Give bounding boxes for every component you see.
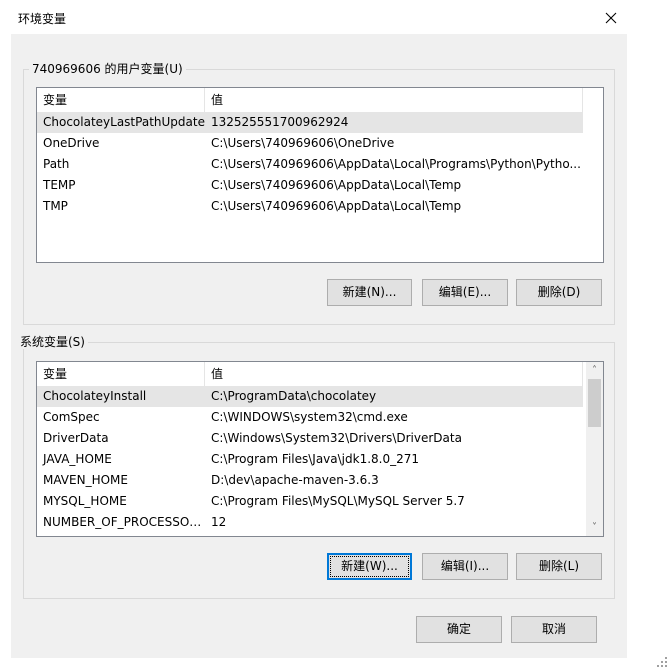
column-header-variable[interactable]: 变量 bbox=[37, 362, 205, 386]
system-vars-list[interactable]: 变量 值 ChocolateyInstall C:\ProgramData\cho… bbox=[36, 361, 604, 537]
variable-name: MAVEN_HOME bbox=[43, 473, 128, 487]
variable-value: 12 bbox=[211, 515, 227, 529]
user-delete-button[interactable]: 删除(D) bbox=[516, 279, 602, 306]
dialog-body: 740969606 的用户变量(U) 变量 值 ChocolateyLastPa… bbox=[11, 34, 627, 658]
user-new-button[interactable]: 新建(N)... bbox=[327, 279, 412, 306]
table-row[interactable]: ChocolateyLastPathUpdate 1325255517009629… bbox=[37, 112, 583, 133]
user-vars-list[interactable]: 变量 值 ChocolateyLastPathUpdate 13252555170… bbox=[36, 87, 604, 263]
table-row[interactable]: JAVA_HOME C:\Program Files\Java\jdk1.8.0_… bbox=[37, 449, 583, 470]
variable-value: C:\Users\740969606\AppData\Local\Temp bbox=[211, 178, 462, 192]
variable-value: C:\Users\740969606\AppData\Local\Temp bbox=[211, 199, 462, 213]
close-button[interactable] bbox=[594, 5, 628, 31]
ok-button[interactable]: 确定 bbox=[416, 616, 502, 643]
table-row[interactable]: MAVEN_HOME D:\dev\apache-maven-3.6.3 bbox=[37, 470, 583, 491]
column-header-value[interactable]: 值 bbox=[205, 362, 583, 386]
user-edit-button[interactable]: 编辑(E)... bbox=[422, 279, 508, 306]
table-row[interactable]: NUMBER_OF_PROCESSORS 12 bbox=[37, 512, 583, 533]
user-vars-rows: ChocolateyLastPathUpdate 1325255517009629… bbox=[37, 112, 583, 217]
variable-name: DriverData bbox=[43, 431, 109, 445]
cancel-button[interactable]: 取消 bbox=[511, 616, 597, 643]
variable-value: C:\Program Files\MySQL\MySQL Server 5.7 bbox=[211, 494, 465, 508]
user-vars-label: 740969606 的用户变量(U) bbox=[29, 62, 186, 76]
variable-name: JAVA_HOME bbox=[43, 452, 112, 466]
table-row[interactable]: MYSQL_HOME C:\Program Files\MySQL\MySQL S… bbox=[37, 491, 583, 512]
variable-value: D:\dev\apache-maven-3.6.3 bbox=[211, 473, 379, 487]
variable-value: C:\Users\740969606\OneDrive bbox=[211, 136, 395, 150]
table-row[interactable]: ChocolateyInstall C:\ProgramData\chocolat… bbox=[37, 386, 583, 407]
variable-name: Path bbox=[43, 157, 70, 171]
variable-value: C:\Users\740969606\AppData\Local\Program… bbox=[211, 157, 581, 171]
table-row[interactable]: ComSpec C:\WINDOWS\system32\cmd.exe bbox=[37, 407, 583, 428]
variable-name: NUMBER_OF_PROCESSORS bbox=[43, 515, 205, 529]
variable-name: ChocolateyLastPathUpdate bbox=[43, 115, 205, 129]
variable-value: C:\Program Files\Java\jdk1.8.0_271 bbox=[211, 452, 420, 466]
variable-name: TMP bbox=[43, 199, 68, 213]
variable-value: 132525551700962924 bbox=[211, 115, 349, 129]
system-vars-scrollbar[interactable]: ˄ ˅ bbox=[586, 362, 603, 536]
scrollbar-thumb[interactable] bbox=[588, 379, 601, 427]
system-delete-button[interactable]: 删除(L) bbox=[516, 553, 602, 580]
scroll-up-arrow-icon[interactable]: ˄ bbox=[586, 362, 603, 379]
system-vars-label: 系统变量(S) bbox=[17, 335, 88, 349]
table-row[interactable]: Path C:\Users\740969606\AppData\Local\Pro… bbox=[37, 154, 583, 175]
scroll-down-arrow-icon[interactable]: ˅ bbox=[586, 519, 603, 536]
variable-value: C:\ProgramData\chocolatey bbox=[211, 389, 377, 403]
variable-name: MYSQL_HOME bbox=[43, 494, 127, 508]
window-title: 环境变量 bbox=[18, 12, 67, 26]
system-vars-rows: ChocolateyInstall C:\ProgramData\chocolat… bbox=[37, 386, 583, 533]
system-new-button[interactable]: 新建(W)... bbox=[327, 553, 412, 580]
variable-name: OneDrive bbox=[43, 136, 100, 150]
column-header-variable[interactable]: 变量 bbox=[37, 88, 205, 112]
variable-name: TEMP bbox=[43, 178, 76, 192]
close-icon bbox=[605, 12, 617, 24]
table-row[interactable]: OneDrive C:\Users\740969606\OneDrive bbox=[37, 133, 583, 154]
variable-value: C:\WINDOWS\system32\cmd.exe bbox=[211, 410, 408, 424]
variable-name: ChocolateyInstall bbox=[43, 389, 147, 403]
system-edit-button[interactable]: 编辑(I)... bbox=[422, 553, 508, 580]
column-header-value[interactable]: 值 bbox=[205, 88, 583, 112]
table-row[interactable]: TEMP C:\Users\740969606\AppData\Local\Tem… bbox=[37, 175, 583, 196]
table-row[interactable]: TMP C:\Users\740969606\AppData\Local\Temp bbox=[37, 196, 583, 217]
table-row[interactable]: DriverData C:\Windows\System32\Drivers\Dr… bbox=[37, 428, 583, 449]
system-vars-header: 变量 值 bbox=[37, 362, 583, 386]
resize-grip-icon[interactable] bbox=[656, 656, 668, 668]
variable-value: C:\Windows\System32\Drivers\DriverData bbox=[211, 431, 462, 445]
title-bar: 环境变量 bbox=[0, 0, 669, 34]
user-vars-header: 变量 值 bbox=[37, 88, 583, 112]
variable-name: ComSpec bbox=[43, 410, 100, 424]
